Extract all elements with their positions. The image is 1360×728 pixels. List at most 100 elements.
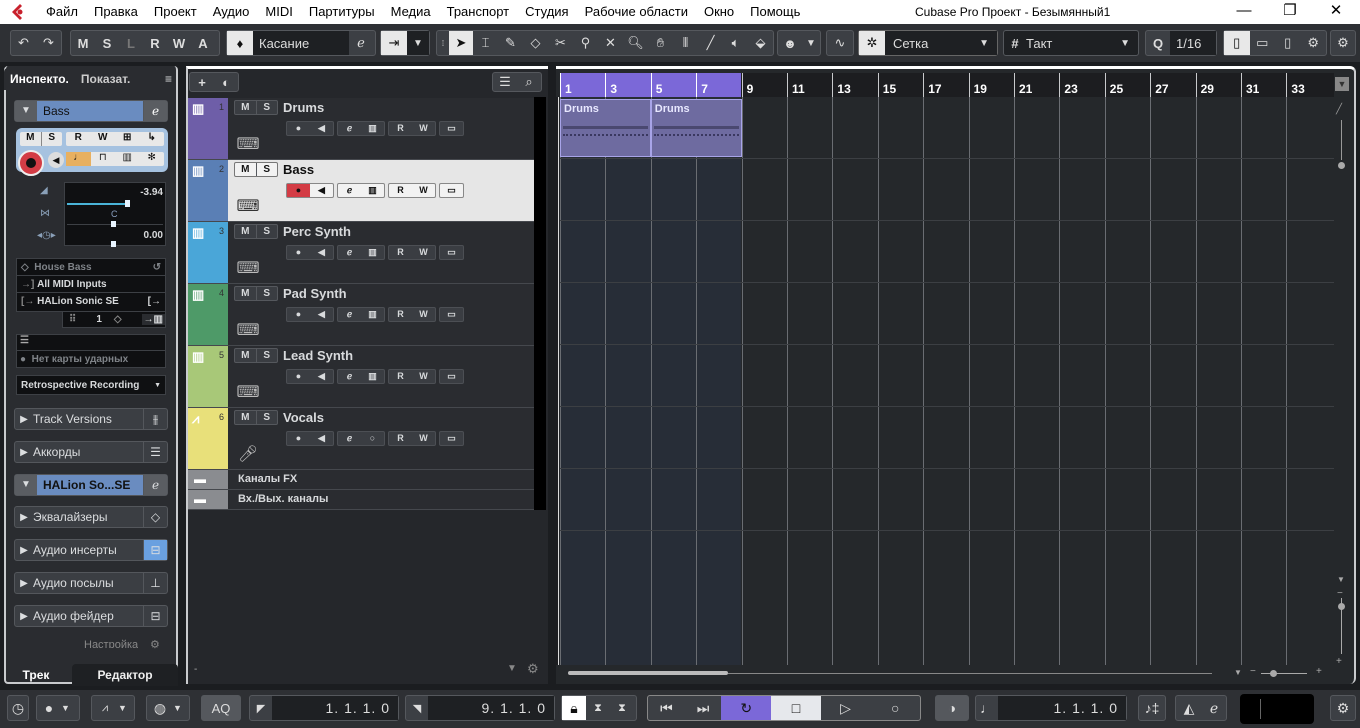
color-tool-icon[interactable]: ⬙ — [748, 35, 773, 51]
snap-type-select[interactable]: ✲ Сетка ▼ — [858, 30, 998, 56]
zoom-in-horizontal[interactable]: + — [1316, 666, 1322, 677]
folder-track[interactable]: ▬ Вх./Вых. каналы — [188, 490, 534, 510]
undo-button[interactable]: ↶ — [11, 35, 36, 51]
delay-slider[interactable] — [111, 241, 116, 247]
menu-scores[interactable]: Партитуры — [301, 0, 383, 24]
lock-icon[interactable]: ⊓ — [91, 152, 116, 166]
mute-button[interactable]: M — [20, 132, 41, 146]
tempo-track-button[interactable]: ◑ — [935, 695, 969, 721]
record-mode-select[interactable]: Retrospective Recording ▼ — [16, 375, 166, 395]
inspector-section-3[interactable]: ▶ Эквалайзеры ◇ — [14, 506, 168, 528]
read-button[interactable]: R — [389, 308, 412, 321]
freeze-icon[interactable]: ✻ — [140, 152, 165, 166]
instrument-edit-icon[interactable]: ▥ — [361, 370, 384, 383]
metronome-icon[interactable]: ◭ — [1176, 700, 1202, 717]
chords-icon[interactable]: ☰ — [143, 442, 167, 462]
tempo-button[interactable]: ♪‡ — [1138, 695, 1166, 721]
split-tool-icon[interactable]: ✂ — [548, 35, 573, 51]
track-name[interactable]: Perc Synth — [283, 224, 351, 239]
glue-tool-icon[interactable]: ⚲ — [573, 35, 598, 51]
line-tool-icon[interactable]: ╱ — [698, 35, 723, 51]
listen-button[interactable]: L — [119, 36, 143, 51]
note-icon[interactable]: ♩ — [976, 700, 998, 716]
instrument-edit-icon[interactable]: ▥ — [361, 308, 384, 321]
track-presets-button[interactable]: ◐ — [214, 75, 238, 90]
menu-media[interactable]: Медиа — [383, 0, 439, 24]
go-to-start-button[interactable]: ⏮︎ — [648, 700, 685, 717]
record-mode-button[interactable]: ● ▼ — [36, 695, 80, 721]
menu-audio[interactable]: Аудио — [205, 0, 258, 24]
collapse-arrow-icon[interactable]: ▼ — [15, 101, 37, 121]
add-track-button[interactable]: + — [190, 75, 214, 90]
left-zone-icon[interactable]: ▯ — [1224, 31, 1250, 55]
output-routing-button[interactable]: ↳ — [140, 132, 165, 146]
track-name-bar[interactable]: ▼ Bass ℯ — [14, 100, 168, 122]
inspector-section-5[interactable]: ▶ Аудио посылы ⊥ — [14, 572, 168, 594]
auto-quantize-button[interactable]: AQ — [201, 695, 241, 721]
track-row[interactable]: ⩘ 6 M S Vocals ● ◀ ℯ ○ R W ▭ 🎤︎ — [188, 408, 534, 470]
inserts-icon[interactable]: ⊟ — [143, 540, 167, 560]
record-button[interactable]: ○ — [870, 700, 920, 716]
ruler[interactable]: 1 3 5 7 9 11 13 15 17 19 21 23 25 27 29 31 33 — [560, 73, 1334, 97]
record-enable-button[interactable]: ● — [287, 184, 310, 197]
draw-tool-icon[interactable]: ✎ — [498, 35, 523, 51]
zoom-in-vertical[interactable]: + — [1336, 656, 1342, 667]
close-button[interactable]: ✕ — [1313, 0, 1359, 24]
record-enable-button[interactable]: ● — [287, 308, 310, 321]
record-enable-button[interactable]: ● — [287, 122, 310, 135]
track-row[interactable]: ▥ 2 M S Bass ● ◀ ℯ ▥ R W ▭ ⌨ — [188, 160, 534, 222]
inspector-section-2[interactable]: ▼ HALion So...SE ℯ — [14, 474, 168, 496]
write-button[interactable]: W — [91, 132, 116, 146]
play-tool-icon[interactable]: 🔈︎ — [723, 35, 748, 51]
transport-settings-button[interactable]: ⚙ — [1330, 695, 1356, 721]
edit-channel-button[interactable]: ℯ — [338, 246, 361, 259]
track-name[interactable]: Bass — [283, 162, 314, 177]
track-row[interactable]: ▥ 5 M S Lead Synth ● ◀ ℯ ▥ R W ▭ ⌨ — [188, 346, 534, 408]
menu-workspaces[interactable]: Рабочие области — [577, 0, 696, 24]
inspector-section-4[interactable]: ▶ Аудио инсерты ⊟ — [14, 539, 168, 561]
grid-type-select[interactable]: # Такт ▼ — [1003, 30, 1139, 56]
mute-button[interactable]: M — [235, 411, 256, 424]
lanes-button[interactable]: ▭ — [440, 308, 463, 321]
automation-mode-select[interactable]: ♦ Касание ℯ — [226, 30, 376, 56]
read-button[interactable]: R — [66, 132, 91, 146]
volume-fader[interactable] — [67, 203, 127, 205]
fader-icon[interactable]: ⊟ — [143, 606, 167, 626]
track-row[interactable]: ▥ 1 M S Drums ● ◀ ℯ ▥ R W ▭ ⌨ — [188, 98, 534, 160]
record-enable-button[interactable]: ● — [287, 370, 310, 383]
chevron-down-icon[interactable]: ▼ — [1337, 575, 1345, 584]
stop-button[interactable]: □ — [771, 696, 821, 720]
write-all-button[interactable]: W — [167, 36, 191, 51]
vertical-zoom-handle[interactable] — [1338, 603, 1345, 610]
write-button[interactable]: W — [412, 184, 435, 197]
menu-midi[interactable]: MIDI — [257, 0, 300, 24]
folder-track[interactable]: ▬ Каналы FX — [188, 470, 534, 490]
search-icon[interactable]: ⌕ — [517, 74, 541, 90]
track-color-strip[interactable]: ▥ 1 — [188, 98, 228, 159]
lanes-button[interactable]: ▭ — [440, 432, 463, 445]
drag-mode-select[interactable]: ⇥ ▼ — [380, 30, 430, 56]
monitor-button[interactable]: ◀ — [310, 122, 333, 135]
program-selector[interactable]: ◇ House Bass ↺ — [17, 259, 165, 276]
monitor-button[interactable]: ◀ — [48, 152, 64, 168]
write-button[interactable]: W — [412, 122, 435, 135]
midi-output-selector[interactable]: [→ HALion Sonic SE [→ — [17, 293, 165, 310]
horizontal-zoom-slider[interactable] — [1261, 673, 1307, 674]
erase-tool-icon[interactable]: ◇ — [523, 35, 548, 51]
monitor-button[interactable]: ◀ — [310, 184, 333, 197]
zoom-tool-icon[interactable]: 🔍︎ — [623, 35, 648, 51]
lock-icon[interactable]: 🔒︎ — [562, 696, 586, 720]
punch-out-icon[interactable]: ⧗ — [610, 702, 634, 715]
menu-project[interactable]: Проект — [146, 0, 205, 24]
list-icon[interactable]: ☰ — [493, 74, 517, 90]
tab-editor[interactable]: Редактор — [72, 664, 178, 686]
write-button[interactable]: W — [412, 308, 435, 321]
edit-channel-button[interactable]: ℯ — [338, 122, 361, 135]
track-color-strip[interactable]: ▥ 2 — [188, 160, 228, 221]
write-button[interactable]: W — [412, 246, 435, 259]
monitor-button[interactable]: ◀ — [310, 370, 333, 383]
drum-map-selector[interactable]: ● Нет карты ударных — [17, 351, 165, 367]
channel-value[interactable]: 1 — [96, 314, 102, 325]
ruler-menu-button[interactable]: ▼ — [1335, 77, 1349, 91]
instrument-edit-icon[interactable]: ▥ — [361, 122, 384, 135]
